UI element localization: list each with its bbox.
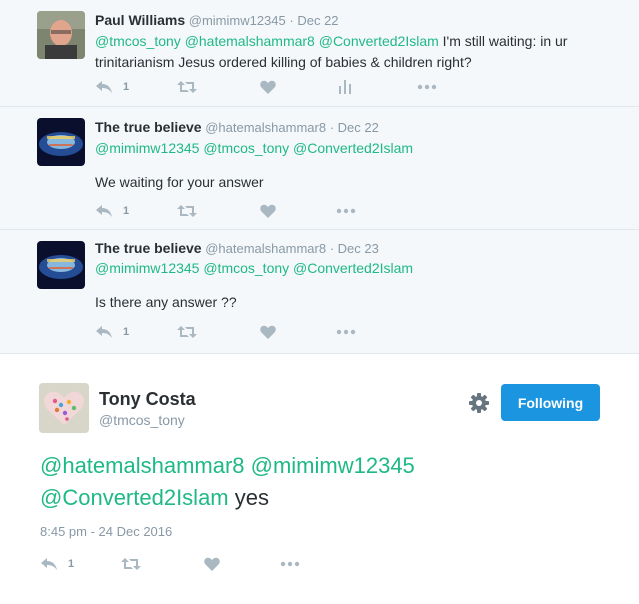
author-handle[interactable]: @hatemalshammar8 xyxy=(205,241,326,256)
more-button[interactable] xyxy=(336,324,356,340)
author-name[interactable]: The true believe xyxy=(95,119,202,135)
more-icon xyxy=(280,561,300,567)
reply-button[interactable]: 1 xyxy=(95,324,129,340)
avatar[interactable] xyxy=(37,118,85,166)
reply-tweet-1[interactable]: Paul Williams @mimimw12345 · Dec 22 @tmc… xyxy=(0,0,639,107)
like-button[interactable] xyxy=(204,556,220,572)
tweet-timestamp[interactable]: 8:45 pm - 24 Dec 2016 xyxy=(40,524,172,539)
tweet-date[interactable]: Dec 23 xyxy=(338,241,379,256)
separator: · xyxy=(329,241,335,256)
like-button[interactable] xyxy=(260,79,276,95)
more-button[interactable] xyxy=(280,556,300,572)
reply-tweet-2[interactable]: The true believe @hatemalshammar8 · Dec … xyxy=(0,107,639,230)
mentions[interactable]: @Converted2Islam xyxy=(40,485,229,510)
retweet-icon xyxy=(177,81,197,93)
reply-tweet-3[interactable]: The true believe @hatemalshammar8 · Dec … xyxy=(0,230,639,354)
retweet-button[interactable] xyxy=(177,324,197,340)
mentions[interactable]: @tmcos_tony @hatemalshammar8 @Converted2… xyxy=(95,33,439,49)
reply-button[interactable]: 1 xyxy=(95,203,129,219)
reply-count: 1 xyxy=(68,558,75,570)
following-button[interactable]: Following xyxy=(501,384,600,421)
reply-count: 1 xyxy=(123,205,130,217)
main-tweet: Tony Costa @tmcos_tony Following @hatema… xyxy=(0,354,639,604)
avatar[interactable] xyxy=(39,383,89,433)
retweet-icon xyxy=(177,205,197,217)
reply-count: 1 xyxy=(123,326,130,338)
heart-icon xyxy=(260,325,276,339)
author-name[interactable]: The true believe xyxy=(95,240,202,256)
retweet-icon xyxy=(121,558,141,570)
author-handle[interactable]: @hatemalshammar8 xyxy=(205,120,326,135)
tweet-text: @tmcos_tony @hatemalshammar8 @Converted2… xyxy=(95,31,615,73)
tweet-header: Paul Williams @mimimw12345 · Dec 22 xyxy=(95,12,339,28)
mentions[interactable]: @mimimw12345 @tmcos_tony @Converted2Isla… xyxy=(95,140,413,156)
like-button[interactable] xyxy=(260,203,276,219)
reply-icon xyxy=(41,558,57,570)
tweet-mentions: @mimimw12345 @tmcos_tony @Converted2Isla… xyxy=(95,138,615,159)
analytics-icon xyxy=(339,80,351,94)
more-icon xyxy=(336,208,356,214)
more-icon xyxy=(336,329,356,335)
tweet-body: yes xyxy=(234,485,270,510)
heart-icon xyxy=(260,80,276,94)
retweet-icon xyxy=(177,326,197,338)
analytics-button[interactable] xyxy=(339,79,351,95)
retweet-button[interactable] xyxy=(177,203,197,219)
avatar[interactable] xyxy=(37,11,85,59)
reply-button[interactable]: 1 xyxy=(40,556,74,572)
tweet-date[interactable]: Dec 22 xyxy=(297,13,338,28)
tweet-mentions: @mimimw12345 @tmcos_tony @Converted2Isla… xyxy=(95,258,615,279)
author-handle[interactable]: @tmcos_tony xyxy=(99,412,185,428)
author-handle[interactable]: @mimimw12345 xyxy=(189,13,286,28)
reply-icon xyxy=(96,326,112,338)
tweet-header: The true believe @hatemalshammar8 · Dec … xyxy=(95,119,379,135)
avatar[interactable] xyxy=(37,241,85,289)
author-name[interactable]: Tony Costa xyxy=(99,389,196,410)
author-name[interactable]: Paul Williams xyxy=(95,12,185,28)
separator: · xyxy=(289,13,294,28)
tweet-body: Is there any answer ?? xyxy=(95,294,237,310)
mentions[interactable]: @mimimw12345 @tmcos_tony @Converted2Isla… xyxy=(95,260,413,276)
like-button[interactable] xyxy=(260,324,276,340)
gear-icon[interactable] xyxy=(468,392,490,414)
reply-count: 1 xyxy=(123,81,130,93)
more-icon xyxy=(417,84,437,90)
tweet-date[interactable]: Dec 22 xyxy=(338,120,379,135)
retweet-button[interactable] xyxy=(177,79,197,95)
reply-icon xyxy=(96,81,112,93)
separator: · xyxy=(329,120,335,135)
tweet-body: We waiting for your answer xyxy=(95,174,264,190)
heart-icon xyxy=(204,557,220,571)
more-button[interactable] xyxy=(336,203,356,219)
heart-icon xyxy=(260,204,276,218)
tweet-header: The true believe @hatemalshammar8 · Dec … xyxy=(95,240,379,256)
reply-icon xyxy=(96,205,112,217)
tweet-text: @hatemalshammar8 @mimimw12345 @Converted… xyxy=(40,450,600,514)
reply-button[interactable]: 1 xyxy=(95,79,129,95)
retweet-button[interactable] xyxy=(121,556,141,572)
more-button[interactable] xyxy=(417,79,437,95)
mentions[interactable]: @hatemalshammar8 @mimimw12345 xyxy=(40,453,415,478)
